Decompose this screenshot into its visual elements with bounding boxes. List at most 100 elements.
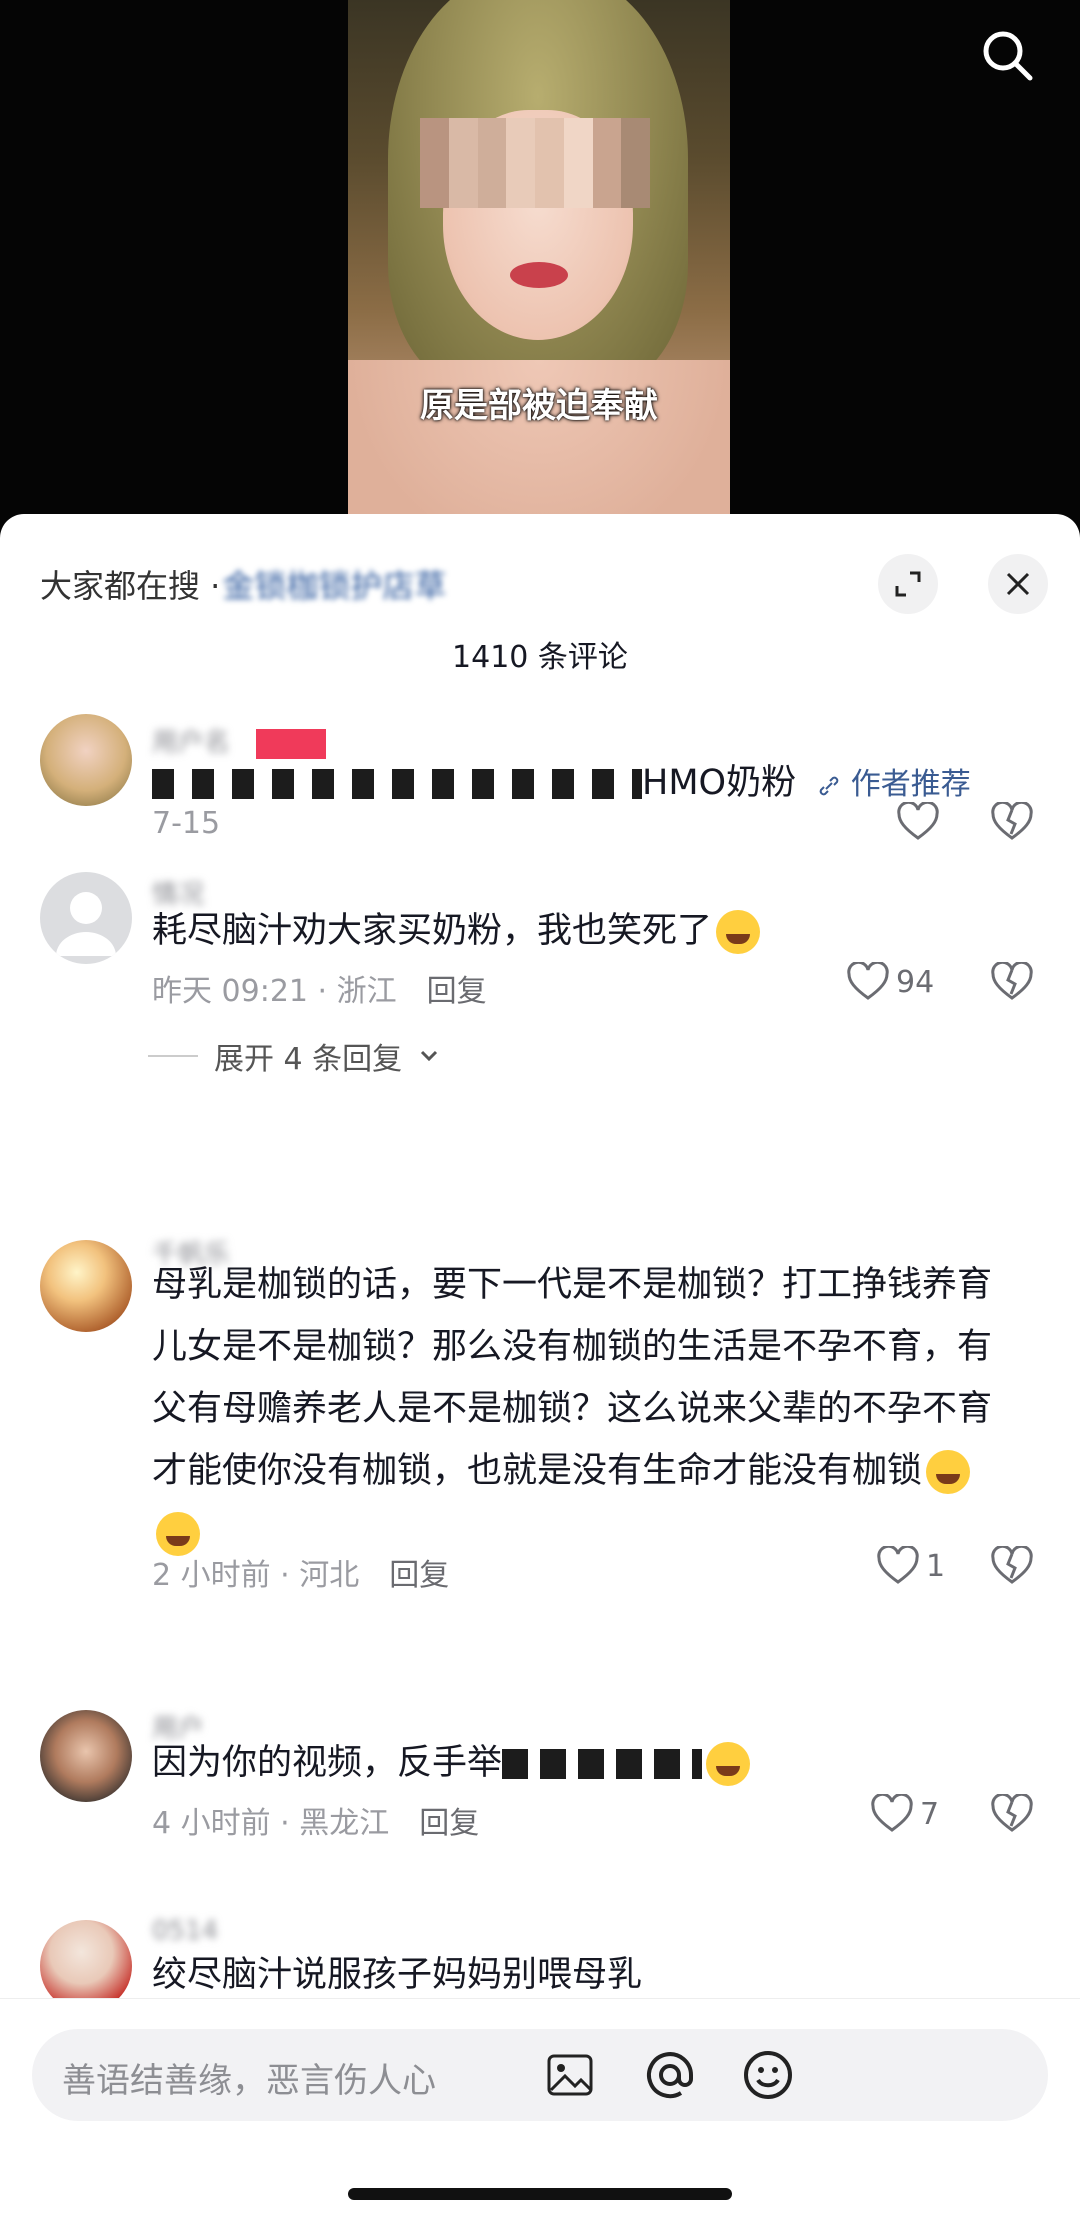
mosaic-tile <box>535 148 564 178</box>
expand-replies-button[interactable]: 展开 4 条回复 <box>148 1034 440 1078</box>
mosaic-tile <box>535 178 564 208</box>
link-icon <box>819 776 839 795</box>
mosaic-tile <box>420 118 449 148</box>
comment-text: 因为你的视频，反手举 <box>152 1732 1022 1794</box>
mosaic-tile <box>621 178 650 208</box>
comment-meta: 4 小时前 · 黑龙江 回复 <box>152 1798 479 1842</box>
like-count: 1 <box>926 1548 946 1584</box>
comment-sheet: 大家都在搜 · 金锁枷锁护店草 1410 条评论 用户名 HMO奶粉 作者推荐 <box>0 514 1080 2219</box>
avatar[interactable] <box>40 1240 132 1332</box>
mosaic-tile <box>592 178 622 208</box>
emoji-button[interactable] <box>736 2043 800 2107</box>
comment-time: 昨天 09:21 · 浙江 <box>152 974 397 1009</box>
mosaic-tile <box>563 148 593 178</box>
video-frame: 原是部被迫奉献 <box>348 0 730 520</box>
expand-icon <box>895 571 921 597</box>
search-button[interactable] <box>978 26 1038 86</box>
heart-icon <box>897 802 939 840</box>
default-avatar-icon <box>56 892 116 956</box>
comment-item: 千帆乐 母乳是枷锁的话，要下一代是不是枷锁？打工挣钱养育儿女是不是枷锁？那么没有… <box>0 1240 1080 1593</box>
comment-time: 4 小时前 · 黑龙江 <box>152 1806 390 1841</box>
like-count: 7 <box>920 1796 940 1832</box>
like-button[interactable] <box>896 802 940 842</box>
broken-heart-icon <box>991 800 1033 840</box>
mosaic-tile <box>506 148 535 178</box>
comment-meta: 2 小时前 · 河北 回复 <box>152 1550 449 1594</box>
reply-button[interactable]: 回复 <box>419 1798 479 1842</box>
comment-text: 绞尽脑汁说服孩子妈妈别喂母乳 <box>152 1955 643 1995</box>
dislike-button[interactable] <box>990 1544 1034 1590</box>
broken-heart-icon <box>991 1544 1033 1584</box>
comment-author[interactable]: 用户名 <box>152 722 327 759</box>
mosaic-tile <box>477 178 507 208</box>
video-lips <box>510 262 568 288</box>
comment-text: HMO奶粉 作者推荐 <box>152 752 1022 816</box>
comment-item: 用户 因为你的视频，反手举 4 小时前 · 黑龙江 回复 7 <box>0 1710 1080 1850</box>
expand-button[interactable] <box>878 554 938 614</box>
mosaic-tile <box>448 148 478 178</box>
comment-text: 耗尽脑汁劝大家买奶粉，我也笑死了 <box>152 900 1022 962</box>
dislike-button[interactable] <box>990 960 1034 1006</box>
comment-time: 2 小时前 · 河北 <box>152 1558 360 1593</box>
mosaic-tile <box>621 148 650 178</box>
mosaic-tile <box>477 148 507 178</box>
redacted-text <box>152 769 642 799</box>
mosaic-tile <box>420 148 449 178</box>
mosaic-tile <box>420 178 449 208</box>
comment-count: 1410 条评论 <box>452 640 628 675</box>
comment-text: 母乳是枷锁的话，要下一代是不是枷锁？打工挣钱养育儿女是不是枷锁？那么没有枷锁的生… <box>152 1254 1002 1564</box>
avatar[interactable] <box>40 714 132 806</box>
search-hint-term[interactable]: 金锁枷锁护店草 <box>222 561 446 607</box>
grin-emoji-icon <box>926 1450 971 1494</box>
wink-emoji-icon <box>706 1742 751 1786</box>
comment-meta: 7-15 <box>152 806 220 841</box>
mosaic-tile <box>563 178 593 208</box>
close-button[interactable] <box>988 554 1048 614</box>
smiley-icon <box>744 2051 792 2099</box>
face-mosaic <box>420 118 650 208</box>
like-button[interactable]: 1 <box>876 1546 945 1586</box>
author-recommend-link[interactable]: 作者推荐 <box>817 767 971 802</box>
close-icon <box>1006 572 1030 596</box>
search-hint-label: 大家都在搜 · <box>40 567 221 605</box>
mosaic-tile <box>506 178 535 208</box>
comment-time: 7-15 <box>152 806 221 841</box>
like-button[interactable]: 94 <box>846 962 934 1002</box>
heart-icon <box>847 962 889 1000</box>
like-button[interactable]: 7 <box>870 1794 939 1834</box>
comment-meta: 昨天 09:21 · 浙江 回复 <box>152 966 487 1010</box>
reply-button[interactable]: 回复 <box>389 1550 449 1594</box>
image-button[interactable] <box>538 2043 602 2107</box>
heart-icon <box>877 1546 919 1584</box>
broken-heart-icon <box>991 960 1033 1000</box>
mosaic-tile <box>506 118 535 148</box>
laugh-cry-emoji-icon <box>716 910 761 954</box>
mention-button[interactable] <box>638 2043 702 2107</box>
comment-input-placeholder: 善语结善缘，恶言伤人心 <box>62 2061 436 2101</box>
redacted-text <box>502 1749 703 1779</box>
video-player[interactable]: 原是部被迫奉献 <box>0 0 1080 540</box>
comment-input-bar: 善语结善缘，恶言伤人心 <box>0 1998 1080 2219</box>
divider <box>148 1055 198 1057</box>
comment-item: 用户名 HMO奶粉 作者推荐 7-15 <box>0 714 1080 844</box>
search-suggestion[interactable]: 大家都在搜 · 金锁枷锁护店草 <box>40 554 860 614</box>
mosaic-tile <box>448 118 478 148</box>
search-icon <box>983 31 1033 81</box>
dislike-button[interactable] <box>990 1792 1034 1838</box>
reply-button[interactable]: 回复 <box>427 966 487 1010</box>
comment-item: 情况 耗尽脑汁劝大家买奶粉，我也笑死了 昨天 09:21 · 浙江 回复 94 … <box>0 872 1080 1077</box>
mosaic-tile <box>563 118 593 148</box>
chevron-down-icon <box>421 1050 438 1062</box>
mosaic-tile <box>477 118 507 148</box>
mosaic-tile <box>535 118 564 148</box>
like-count: 94 <box>896 964 935 1000</box>
dislike-button[interactable] <box>990 800 1034 846</box>
avatar[interactable] <box>40 1710 132 1802</box>
comment-input[interactable]: 善语结善缘，恶言伤人心 <box>32 2029 1048 2121</box>
mosaic-tile <box>621 118 650 148</box>
home-indicator <box>348 2188 732 2200</box>
heart-icon <box>871 1794 913 1832</box>
mosaic-tile <box>592 118 622 148</box>
mosaic-tile <box>448 178 478 208</box>
avatar[interactable] <box>40 872 132 964</box>
